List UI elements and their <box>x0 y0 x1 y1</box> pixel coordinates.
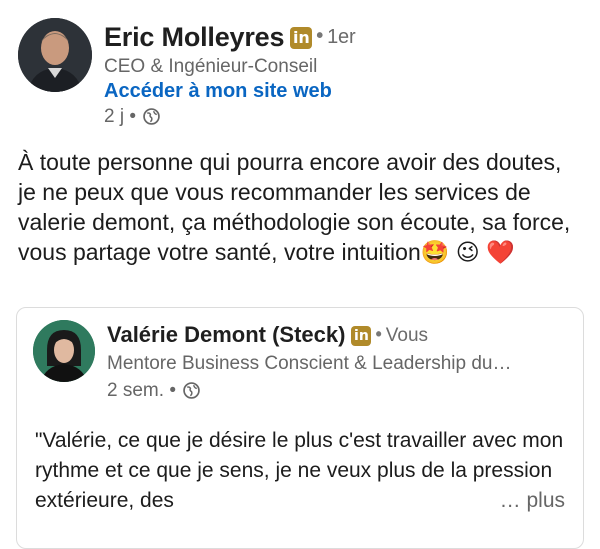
separator-dot: • <box>169 380 176 401</box>
post-text: À toute personne qui pourra encore avoir… <box>18 147 584 268</box>
shared-author-name-text[interactable]: Valérie Demont (Steck) <box>107 322 345 347</box>
see-more-link[interactable]: … plus <box>500 486 565 516</box>
post-time: 2 j <box>104 106 125 127</box>
shared-author-name[interactable]: Valérie Demont (Steck) in • Vous <box>107 322 428 348</box>
shared-author-avatar[interactable] <box>33 320 95 382</box>
shared-post-body-text: "Valérie, ce que je désire le plus c'est… <box>35 429 564 512</box>
author-name-text[interactable]: Eric Molleyres <box>104 22 284 52</box>
globe-icon <box>183 382 201 405</box>
wink-emoji: 😉 <box>455 240 480 266</box>
shared-post-card[interactable]: Valérie Demont (Steck) in • Vous Mentore Bu… <box>16 307 584 549</box>
separator-dot: • <box>316 25 324 47</box>
author-avatar[interactable] <box>18 18 92 92</box>
connection-degree: Vous <box>385 325 429 346</box>
shared-post-text: "Valérie, ce que je désire le plus c'est… <box>35 426 565 516</box>
connection-degree: 1er <box>327 26 356 48</box>
linkedin-badge-icon: in <box>290 27 313 49</box>
shared-post-time: 2 sem. <box>107 380 165 401</box>
linkedin-badge-icon: in <box>351 326 372 346</box>
heart-emoji: ❤️ <box>486 240 515 266</box>
shared-author-headline: Mentore Business Conscient & Leadership … <box>107 353 512 374</box>
post-header: Eric Molleyres in • 1er CEO & Ingénieur-Con… <box>18 16 588 136</box>
star-struck-emoji: 🤩 <box>420 240 450 266</box>
author-name[interactable]: Eric Molleyres in • 1er <box>104 22 356 53</box>
separator-dot: • <box>375 324 382 344</box>
website-link[interactable]: Accéder à mon site web <box>104 80 332 103</box>
post-meta: 2 j • <box>104 106 161 131</box>
shared-post-meta: 2 sem. • <box>107 380 201 405</box>
globe-icon <box>143 108 161 131</box>
separator-dot: • <box>129 106 137 127</box>
author-headline: CEO & Ingénieur-Conseil <box>104 56 318 77</box>
